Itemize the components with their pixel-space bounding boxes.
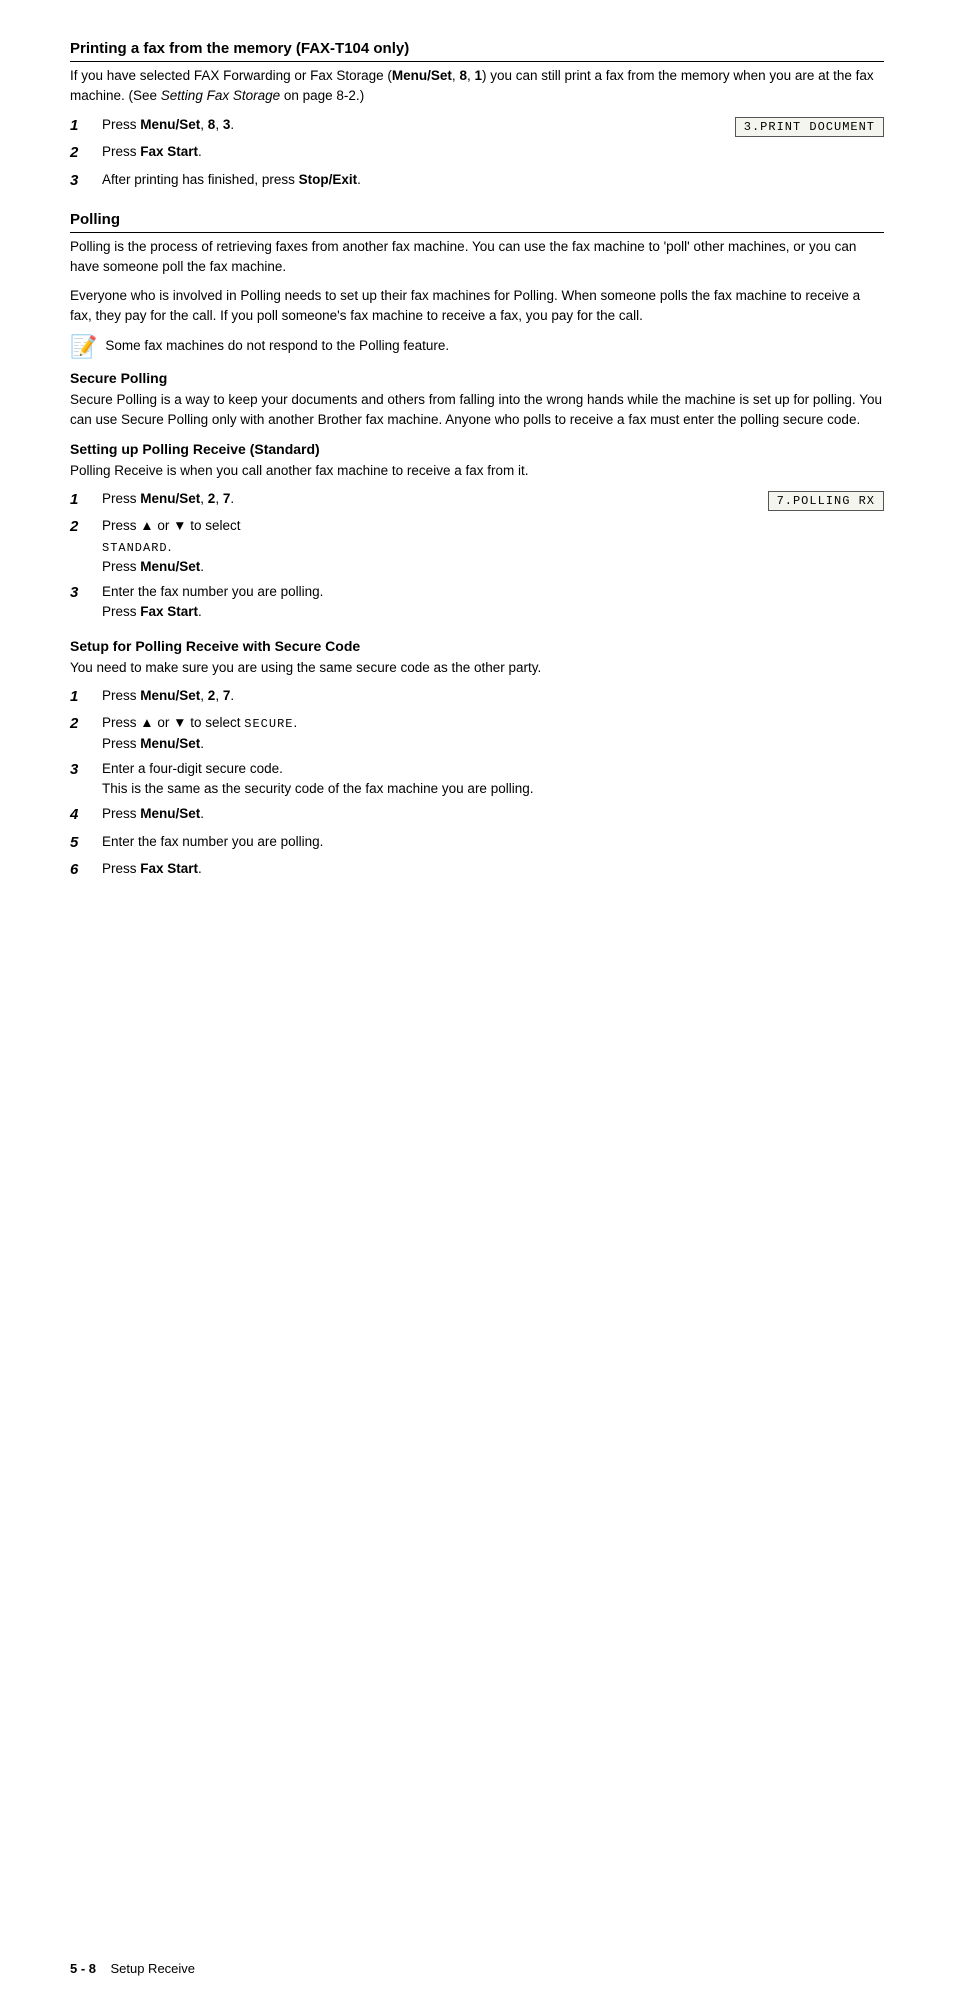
- step-sc-num-5: 5: [70, 832, 98, 855]
- subsection-polling-receive-standard: Setting up Polling Receive (Standard) Po…: [70, 441, 884, 628]
- press-fax-start-pr: Press Fax Start.: [102, 604, 202, 619]
- step-sc-4: 4 Press Menu/Set.: [70, 804, 884, 827]
- step-polling-receive-2: 2 Press ▲ or ▼ to select STANDARD. Press…: [70, 516, 748, 577]
- secure-code-intro: You need to make sure you are using the …: [70, 658, 884, 678]
- step-pr-content-3: Enter the fax number you are polling. Pr…: [102, 582, 748, 623]
- lcd-display-print: 3.PRINT DOCUMENT: [735, 117, 884, 137]
- note-icon: 📝: [70, 334, 97, 360]
- step-num-2: 2: [70, 142, 98, 165]
- step-sc-content-6: Press Fax Start.: [102, 859, 884, 879]
- section-intro-text: If you have selected FAX Forwarding or F…: [70, 66, 884, 107]
- steps-list-printing: 1 Press Menu/Set, 8, 3. 2 Press Fax Star…: [70, 115, 715, 193]
- step-sc-num-4: 4: [70, 804, 98, 827]
- note-text: Some fax machines do not respond to the …: [105, 336, 449, 356]
- secure-mono: SECURE: [244, 717, 293, 731]
- step-sc-6: 6 Press Fax Start.: [70, 859, 884, 882]
- step-sc-content-5: Enter the fax number you are polling.: [102, 832, 884, 852]
- polling-intro-1: Polling is the process of retrieving fax…: [70, 237, 884, 278]
- section-printing-fax: Printing a fax from the memory (FAX-T104…: [70, 40, 884, 197]
- press-menuset-sc: Press Menu/Set.: [102, 736, 204, 751]
- subsection-title-secure-polling: Secure Polling: [70, 370, 884, 386]
- step-content-1: Press Menu/Set, 8, 3.: [102, 115, 715, 135]
- step-sc-content-4: Press Menu/Set.: [102, 804, 884, 824]
- page-footer: 5 - 8 Setup Receive: [70, 1961, 195, 1976]
- step-printing-3: 3 After printing has finished, press Sto…: [70, 170, 715, 193]
- polling-receive-steps-row: 1 Press Menu/Set, 2, 7. 2 Press ▲ or ▼ t…: [70, 489, 884, 628]
- lcd-print-document: 3.PRINT DOCUMENT: [735, 117, 884, 137]
- step-content-2: Press Fax Start.: [102, 142, 715, 162]
- step-sc-1: 1 Press Menu/Set, 2, 7.: [70, 686, 884, 709]
- subsection-title-secure-code: Setup for Polling Receive with Secure Co…: [70, 638, 884, 654]
- lcd-display-polling: 7.POLLING RX: [768, 491, 884, 511]
- step-sc-content-1: Press Menu/Set, 2, 7.: [102, 686, 884, 706]
- polling-receive-intro: Polling Receive is when you call another…: [70, 461, 884, 481]
- subsection-secure-polling: Secure Polling Secure Polling is a way t…: [70, 370, 884, 431]
- lcd-polling-rx: 7.POLLING RX: [768, 491, 884, 511]
- step-sc-num-6: 6: [70, 859, 98, 882]
- footer-page-ref: 5 - 8: [70, 1961, 96, 1976]
- step1-printing-row: 1 Press Menu/Set, 8, 3. 2 Press Fax Star…: [70, 115, 884, 198]
- press-menuset-2: Press Menu/Set.: [102, 559, 204, 574]
- step-printing-1: 1 Press Menu/Set, 8, 3.: [70, 115, 715, 138]
- section-polling: Polling Polling is the process of retrie…: [70, 211, 884, 882]
- step-sc-3: 3 Enter a four-digit secure code. This i…: [70, 759, 884, 800]
- step-sc-num-2: 2: [70, 713, 98, 736]
- step-polling-receive-3: 3 Enter the fax number you are polling. …: [70, 582, 748, 623]
- step-pr-content-2: Press ▲ or ▼ to select STANDARD. Press M…: [102, 516, 748, 577]
- step-pr-content-1: Press Menu/Set, 2, 7.: [102, 489, 748, 509]
- step-content-3: After printing has finished, press Stop/…: [102, 170, 715, 190]
- step-sc-content-2: Press ▲ or ▼ to select SECURE. Press Men…: [102, 713, 884, 754]
- footer-label: Setup Receive: [110, 1961, 195, 1976]
- step-sc-num-3: 3: [70, 759, 98, 782]
- section-title-polling: Polling: [70, 211, 884, 233]
- step-sc-2: 2 Press ▲ or ▼ to select SECURE. Press M…: [70, 713, 884, 754]
- standard-mono: STANDARD: [102, 541, 168, 555]
- polling-receive-steps-left: 1 Press Menu/Set, 2, 7. 2 Press ▲ or ▼ t…: [70, 489, 748, 628]
- steps-list-polling-receive: 1 Press Menu/Set, 2, 7. 2 Press ▲ or ▼ t…: [70, 489, 748, 623]
- step1-printing-left: 1 Press Menu/Set, 8, 3. 2 Press Fax Star…: [70, 115, 715, 198]
- steps-list-secure-code: 1 Press Menu/Set, 2, 7. 2 Press ▲ or ▼ t…: [70, 686, 884, 882]
- polling-intro-2: Everyone who is involved in Polling need…: [70, 286, 884, 327]
- step-sc-content-3: Enter a four-digit secure code. This is …: [102, 759, 884, 800]
- step-pr-num-3: 3: [70, 582, 98, 605]
- subsection-title-polling-receive: Setting up Polling Receive (Standard): [70, 441, 884, 457]
- step-pr-num-1: 1: [70, 489, 98, 512]
- step-num-1: 1: [70, 115, 98, 138]
- step-sc-num-1: 1: [70, 686, 98, 709]
- secure-polling-text: Secure Polling is a way to keep your doc…: [70, 390, 884, 431]
- step-polling-receive-1: 1 Press Menu/Set, 2, 7.: [70, 489, 748, 512]
- secure-code-note: This is the same as the security code of…: [102, 781, 533, 796]
- step-printing-2: 2 Press Fax Start.: [70, 142, 715, 165]
- polling-note: 📝 Some fax machines do not respond to th…: [70, 336, 884, 360]
- subsection-polling-secure-code: Setup for Polling Receive with Secure Co…: [70, 638, 884, 882]
- step-num-3: 3: [70, 170, 98, 193]
- step-pr-num-2: 2: [70, 516, 98, 539]
- section-title-printing: Printing a fax from the memory (FAX-T104…: [70, 40, 884, 62]
- page: Printing a fax from the memory (FAX-T104…: [0, 0, 954, 2006]
- step-sc-5: 5 Enter the fax number you are polling.: [70, 832, 884, 855]
